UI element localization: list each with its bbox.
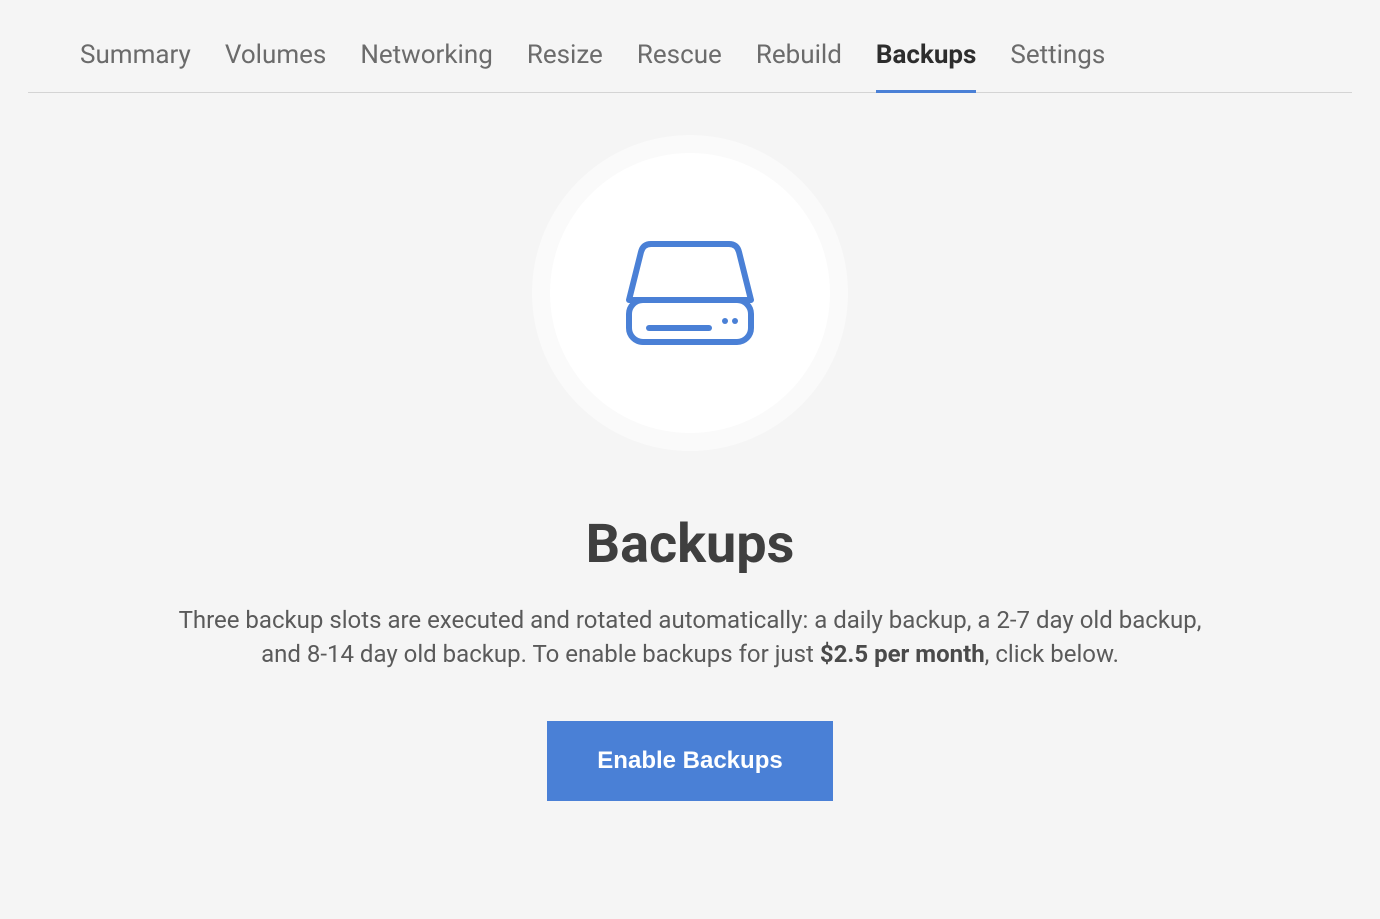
tab-volumes[interactable]: Volumes	[225, 40, 326, 92]
tab-backups[interactable]: Backups	[876, 40, 976, 92]
icon-circle	[550, 153, 830, 433]
description-after: , click below.	[985, 640, 1119, 668]
backups-description: Three backup slots are executed and rota…	[160, 604, 1220, 671]
description-price: $2.5 per month	[820, 640, 985, 668]
page-container: Summary Volumes Networking Resize Rescue…	[0, 0, 1380, 841]
tab-bar: Summary Volumes Networking Resize Rescue…	[28, 0, 1352, 93]
tab-summary[interactable]: Summary	[80, 40, 191, 92]
disk-icon	[625, 238, 755, 348]
tab-rebuild[interactable]: Rebuild	[756, 40, 842, 92]
backups-heading: Backups	[586, 513, 795, 576]
content-area: Backups Three backup slots are executed …	[0, 93, 1380, 841]
tab-settings[interactable]: Settings	[1010, 40, 1105, 92]
tab-networking[interactable]: Networking	[360, 40, 492, 92]
tab-resize[interactable]: Resize	[527, 40, 603, 92]
enable-backups-button[interactable]: Enable Backups	[547, 721, 832, 801]
tab-rescue[interactable]: Rescue	[637, 40, 722, 92]
